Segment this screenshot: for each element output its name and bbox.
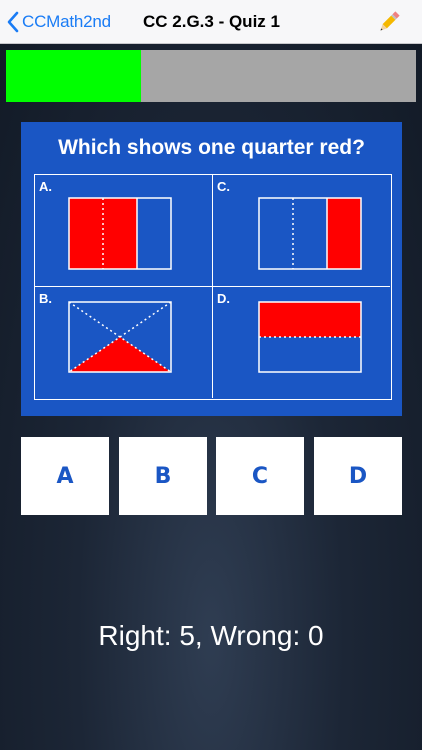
answer-button-d[interactable]: D: [314, 437, 402, 515]
edit-button[interactable]: [376, 9, 402, 35]
score-text: Right: 5, Wrong: 0: [98, 620, 324, 651]
option-grid: A. C. B. D.: [34, 174, 392, 400]
answer-button-b[interactable]: B: [119, 437, 207, 515]
progress-bar: [6, 50, 416, 102]
answer-button-a[interactable]: A: [21, 437, 109, 515]
option-d-label: D.: [217, 291, 230, 306]
question-card: Which shows one quarter red? A. C. B. D.: [21, 122, 402, 416]
option-c-label: C.: [217, 179, 230, 194]
option-c-figure: [258, 197, 362, 270]
option-a-figure: [68, 197, 172, 270]
progress-bar-fill: [6, 50, 142, 102]
chevron-left-icon: [7, 11, 19, 33]
option-a-panel: A.: [35, 175, 213, 287]
answer-button-c[interactable]: C: [216, 437, 304, 515]
pencil-icon: [380, 11, 400, 31]
question-text: Which shows one quarter red?: [58, 136, 365, 159]
back-button-label: CCMath2nd: [22, 12, 111, 31]
back-button[interactable]: CCMath2nd: [6, 8, 111, 36]
option-c-panel: C.: [213, 175, 390, 287]
option-b-label: B.: [39, 291, 52, 306]
option-a-label: A.: [39, 179, 52, 194]
option-b-panel: B.: [35, 287, 213, 398]
option-d-panel: D.: [213, 287, 390, 398]
option-b-figure: [68, 301, 172, 373]
navigation-bar: CCMath2nd CC 2.G.3 - Quiz 1: [0, 0, 422, 44]
option-d-figure: [258, 301, 362, 373]
page-title: CC 2.G.3 - Quiz 1: [143, 12, 280, 31]
